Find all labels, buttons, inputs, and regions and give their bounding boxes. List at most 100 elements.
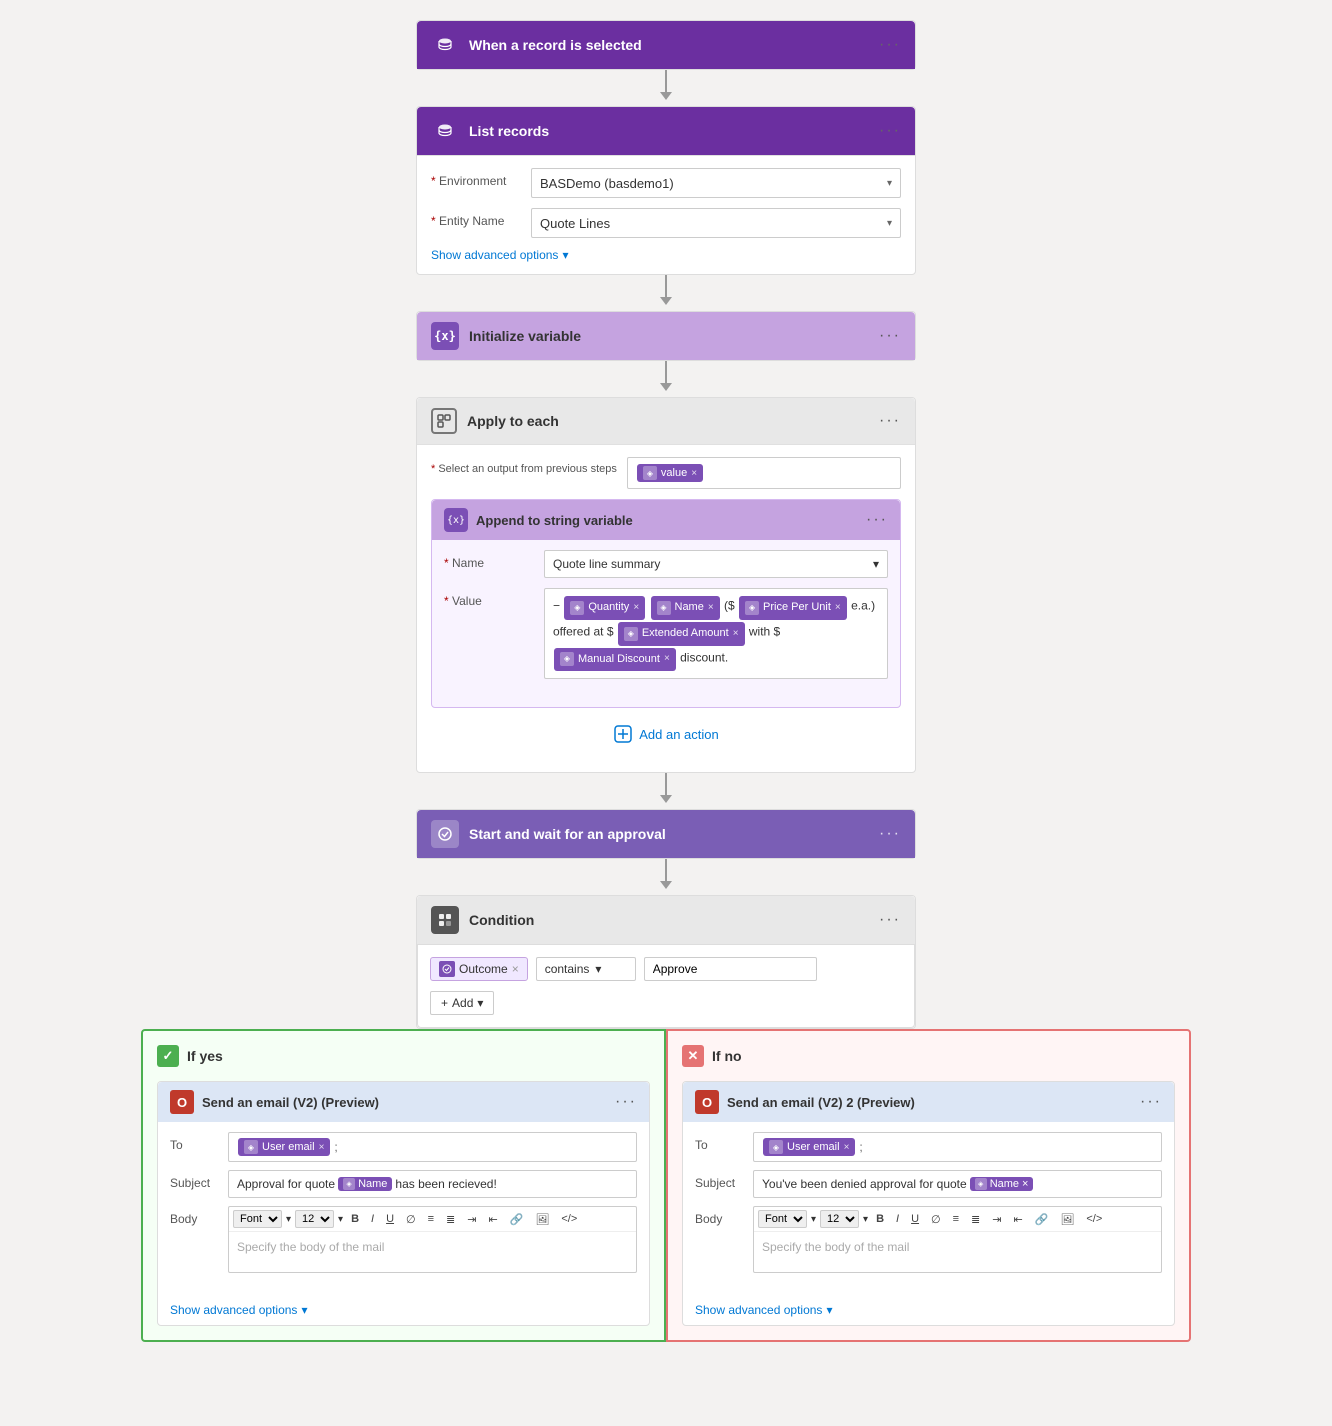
entity-label: Entity Name [431,208,521,228]
entity-row: Entity Name Quote Lines ▾ [431,208,901,238]
approval-menu[interactable]: ··· [879,825,901,843]
if-yes-show-advanced[interactable]: Show advanced options ▾ [158,1291,649,1325]
italic-btn[interactable]: I [367,1212,378,1226]
condition-row: Outcome × contains ▾ [430,957,902,981]
if-no-body-placeholder[interactable]: Specify the body of the mail [754,1232,1161,1272]
if-yes-subject-label: Subject [170,1170,220,1190]
no-link-btn[interactable]: 🔗 [1031,1212,1053,1227]
if-no-adv-chevron: ▾ [826,1303,832,1317]
name-select[interactable]: Quote line summary ▾ [544,550,888,578]
if-yes-body-placeholder[interactable]: Specify the body of the mail [229,1232,636,1272]
if-yes-size-select[interactable]: 12 [295,1210,334,1228]
entity-input[interactable]: Quote Lines ▾ [531,208,901,238]
image-btn[interactable]: 🖼 [531,1212,553,1227]
no-code-btn[interactable]: </> [1082,1212,1106,1226]
value-field[interactable]: − ◈ Quantity × ◈ Name × ($ [544,588,888,679]
if-yes-subject-row: Subject Approval for quote ◈ Name has be… [170,1170,637,1198]
add-action-button[interactable]: Add an action [431,708,901,760]
list-records-menu[interactable]: ··· [879,122,901,140]
numbers-btn[interactable]: ≣ [442,1212,459,1227]
if-no-size-select[interactable]: 12 [820,1210,859,1228]
link-btn[interactable]: 🔗 [506,1212,528,1227]
if-no-to-input[interactable]: ◈ User email × ; [753,1132,1162,1162]
if-yes-adv-chevron: ▾ [301,1303,307,1317]
approval-header: Start and wait for an approval ··· [417,810,915,858]
slash-btn[interactable]: ∅ [402,1212,420,1227]
no-image-btn[interactable]: 🖼 [1056,1212,1078,1227]
condition-menu[interactable]: ··· [879,911,901,929]
apply-each-header: Apply to each ··· [417,398,915,444]
condition-title: Condition [469,912,534,928]
if-no-to-row: To ◈ User email × ; [695,1132,1162,1162]
if-no-show-advanced[interactable]: Show advanced options ▾ [683,1291,1174,1325]
if-yes-font-select[interactable]: Font [233,1210,282,1228]
no-numbers-btn[interactable]: ≣ [967,1212,984,1227]
if-no-subject-input[interactable]: You've been denied approval for quote ◈ … [753,1170,1162,1198]
contains-select[interactable]: contains ▾ [536,957,636,981]
no-indent-btn[interactable]: ⇥ [988,1212,1005,1227]
init-variable-menu[interactable]: ··· [879,327,901,345]
no-underline-btn[interactable]: U [907,1212,923,1226]
no-bold-btn[interactable]: B [872,1212,888,1226]
apply-each-body: Select an output from previous steps ◈ v… [417,444,915,772]
value-token-remove[interactable]: × [691,468,697,479]
apply-each-menu[interactable]: ··· [879,412,901,430]
underline-btn[interactable]: U [382,1212,398,1226]
if-no-panel: ✕ If no O Send an email (V2) 2 (Preview)… [666,1029,1191,1342]
entity-dropdown-arrow: ▾ [887,218,892,229]
outcome-icon [439,961,455,977]
if-no-outlook-icon: O [695,1090,719,1114]
environment-label: Environment [431,168,521,188]
if-yes-body-label: Body [170,1206,220,1226]
apply-each-icon [431,408,457,434]
add-condition-button[interactable]: + Add ▾ [430,991,494,1015]
approve-input[interactable] [644,957,817,981]
if-no-email-menu[interactable]: ··· [1140,1093,1162,1111]
condition-header: Condition ··· [417,896,915,944]
no-italic-btn[interactable]: I [892,1212,903,1226]
name-field-label: Name [444,550,534,570]
when-record-card: When a record is selected ··· [416,20,916,70]
no-outdent-btn[interactable]: ⇤ [1009,1212,1026,1227]
select-output-area[interactable]: ◈ value × [627,457,901,489]
if-no-subject-row: Subject You've been denied approval for … [695,1170,1162,1198]
select-output-row: Select an output from previous steps ◈ v… [431,457,901,489]
append-menu[interactable]: ··· [866,511,888,529]
if-no-body-editor[interactable]: Font ▾ 12 ▾ B I U ∅ [753,1206,1162,1273]
environment-input[interactable]: BASDemo (basdemo1) ▾ [531,168,901,198]
init-variable-header: {x} Initialize variable ··· [417,312,915,360]
when-record-menu[interactable]: ··· [879,36,901,54]
when-record-icon [431,31,459,59]
condition-body: Outcome × contains ▾ + Add ▾ [417,944,915,1028]
if-yes-subject-input[interactable]: Approval for quote ◈ Name has been recie… [228,1170,637,1198]
name-row: Name Quote line summary ▾ [444,550,888,578]
if-yes-email-menu[interactable]: ··· [615,1093,637,1111]
if-yes-body-editor[interactable]: Font ▾ 12 ▾ B I U ∅ [228,1206,637,1273]
list-records-show-advanced[interactable]: Show advanced options ▾ [431,248,901,262]
environment-dropdown-arrow: ▾ [887,178,892,189]
outdent-btn[interactable]: ⇤ [484,1212,501,1227]
yes-icon: ✓ [157,1045,179,1067]
no-bullets-btn[interactable]: ≡ [949,1212,963,1226]
code-btn[interactable]: </> [557,1212,581,1226]
no-slash-btn[interactable]: ∅ [927,1212,945,1227]
if-no-subject-label: Subject [695,1170,745,1190]
if-no-font-select[interactable]: Font [758,1210,807,1228]
contains-arrow: ▾ [595,962,601,976]
name-token: ◈ Name × [651,596,720,620]
name-select-arrow: ▾ [873,557,879,571]
indent-btn[interactable]: ⇥ [463,1212,480,1227]
if-yes-toolbar: Font ▾ 12 ▾ B I U ∅ [229,1207,636,1232]
bullets-btn[interactable]: ≡ [424,1212,438,1226]
no-size-dropdown-arrow: ▾ [863,1214,868,1225]
if-yes-to-input[interactable]: ◈ User email × ; [228,1132,637,1162]
if-no-email-card: O Send an email (V2) 2 (Preview) ··· To … [682,1081,1175,1326]
list-records-body: Environment BASDemo (basdemo1) ▾ Entity … [417,155,915,274]
list-records-header: List records ··· [417,107,915,155]
if-yes-user-email-token: ◈ User email × [238,1138,330,1156]
bold-btn[interactable]: B [347,1212,363,1226]
when-record-header: When a record is selected ··· [417,21,915,69]
size-dropdown-arrow: ▾ [338,1214,343,1225]
outcome-remove[interactable]: × [512,962,519,976]
if-no-header: ✕ If no [682,1045,1175,1067]
